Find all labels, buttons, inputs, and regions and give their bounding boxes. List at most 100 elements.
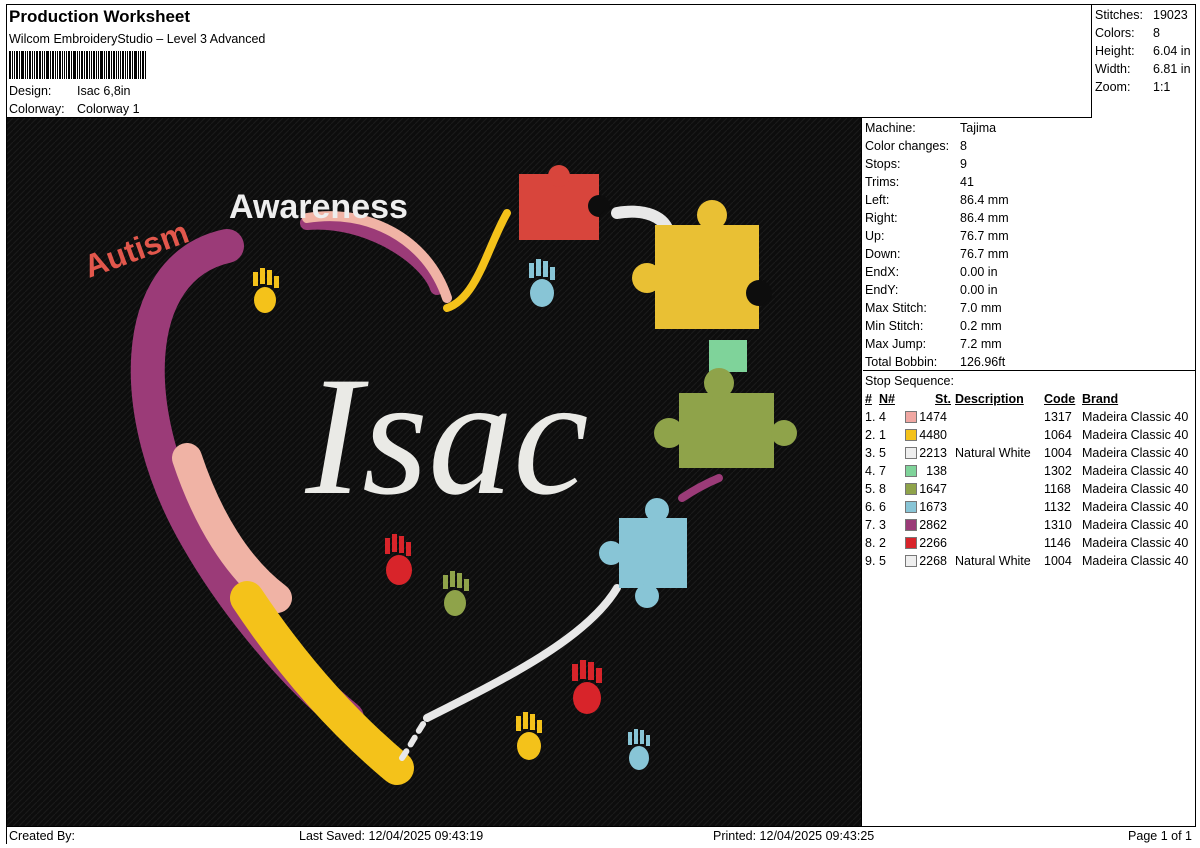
barcode xyxy=(9,51,181,79)
machine-value: Tajima xyxy=(960,121,997,135)
needle-number: 6 xyxy=(879,500,886,514)
needle-number: 4 xyxy=(879,410,886,424)
stitch-count: 2266 xyxy=(905,534,955,552)
last-saved: Last Saved: 12/04/2025 09:43:19 xyxy=(299,829,484,843)
thread-code: 1310 xyxy=(1044,518,1072,532)
needle-number: 2 xyxy=(879,536,886,550)
summary-row: Stitches: 19023 xyxy=(1095,6,1196,24)
needle-number: 7 xyxy=(879,464,886,478)
summary-label: Stitches: xyxy=(1095,8,1143,22)
machine-label: Total Bobbin: xyxy=(865,355,938,369)
software-subtitle: Wilcom EmbroideryStudio – Level 3 Advanc… xyxy=(9,32,266,46)
machine-row: Down: 76.7 mm xyxy=(865,245,1196,263)
col-header-needle: N# xyxy=(879,392,895,406)
table-row: 9. 5 2268 Natural White 1004 Madeira Classic … xyxy=(865,552,1196,570)
thread-description: Natural White xyxy=(955,554,1031,568)
thread-description xyxy=(955,480,1044,498)
thread-brand: Madeira Classic 40 xyxy=(1082,428,1189,442)
stitch-count: 2213 xyxy=(905,444,955,462)
embroidery-artwork: Autism Awareness Isac xyxy=(7,118,861,826)
machine-label: EndY: xyxy=(865,283,899,297)
colorway-label: Colorway: xyxy=(9,102,65,116)
stitch-count: 138 xyxy=(905,462,955,480)
stitch-count-text: 2862 xyxy=(919,518,947,532)
machine-row: Left: 86.4 mm xyxy=(865,191,1196,209)
col-header-code: Code xyxy=(1044,392,1076,406)
machine-panel: Machine: Tajima Color changes: 8 Stops: 9 Trim… xyxy=(863,118,1196,371)
table-row: 2. 1 4480 1064 Madeira Classic 40 xyxy=(865,426,1196,444)
machine-row: Stops: 9 xyxy=(865,155,1196,173)
machine-row: Max Stitch: 7.0 mm xyxy=(865,299,1196,317)
machine-row: Total Bobbin: 126.96ft xyxy=(865,353,1196,371)
color-swatch xyxy=(905,465,917,477)
machine-label: Down: xyxy=(865,247,901,261)
stop-sequence-table: # N# St. Description Code Brand 1. 4 1474 1… xyxy=(865,390,1196,570)
stitch-count-text: 138 xyxy=(926,464,947,478)
machine-label: Max Jump: xyxy=(865,337,927,351)
needle-number: 8 xyxy=(879,482,886,496)
machine-value: 0.00 in xyxy=(960,265,998,279)
table-row: 8. 2 2266 1146 Madeira Classic 40 xyxy=(865,534,1196,552)
design-preview: Autism Awareness Isac xyxy=(7,118,862,826)
machine-row: EndY: 0.00 in xyxy=(865,281,1196,299)
thread-code: 1004 xyxy=(1044,446,1072,460)
machine-label: Color changes: xyxy=(865,139,950,153)
machine-value: 7.2 mm xyxy=(960,337,1002,351)
colorway-row: Colorway: Colorway 1 xyxy=(9,102,140,116)
summary-row: Height: 6.04 in xyxy=(1095,42,1196,60)
thread-brand: Madeira Classic 40 xyxy=(1082,554,1189,568)
thread-brand: Madeira Classic 40 xyxy=(1082,482,1189,496)
puzzle-piece-green xyxy=(709,340,747,372)
worksheet-frame: Production Worksheet Wilcom EmbroiderySt… xyxy=(6,4,1196,844)
machine-value: 9 xyxy=(960,157,967,171)
summary-row: Colors: 8 xyxy=(1095,24,1196,42)
stitch-count-text: 2268 xyxy=(919,554,947,568)
machine-label: Trims: xyxy=(865,175,900,189)
stitch-count-text: 4480 xyxy=(919,428,947,442)
stitch-count-text: 2266 xyxy=(919,536,947,550)
machine-value: 0.2 mm xyxy=(960,319,1002,333)
thread-brand: Madeira Classic 40 xyxy=(1082,410,1189,424)
machine-label: EndX: xyxy=(865,265,900,279)
needle-number: 1 xyxy=(879,428,886,442)
summary-label: Colors: xyxy=(1095,26,1135,40)
thread-code: 1317 xyxy=(1044,410,1072,424)
table-row: 5. 8 1647 1168 Madeira Classic 40 xyxy=(865,480,1196,498)
summary-label: Height: xyxy=(1095,44,1135,58)
machine-value: 86.4 mm xyxy=(960,193,1009,207)
stitch-count: 1474 xyxy=(905,408,955,426)
summary-row: Zoom: 1:1 xyxy=(1095,78,1196,96)
thread-brand: Madeira Classic 40 xyxy=(1082,500,1189,514)
stop-sequence-panel: Stop Sequence: # N# St. Description Code… xyxy=(863,371,1196,826)
table-header-row: # N# St. Description Code Brand xyxy=(865,390,1196,408)
design-row: Design: Isac 6,8in xyxy=(9,84,131,98)
page-number: Page 1 of 1 xyxy=(1128,829,1192,843)
stitch-count: 2268 xyxy=(905,552,955,570)
row-index: 7. xyxy=(865,518,876,532)
col-header-stitches: St. xyxy=(935,392,951,406)
stitch-count-text: 1474 xyxy=(919,410,947,424)
thread-code: 1004 xyxy=(1044,554,1072,568)
thread-description xyxy=(955,534,1044,552)
table-row: 6. 6 1673 1132 Madeira Classic 40 xyxy=(865,498,1196,516)
headline-awareness: Awareness xyxy=(229,188,408,226)
machine-label: Max Stitch: xyxy=(865,301,927,315)
thread-brand: Madeira Classic 40 xyxy=(1082,536,1189,550)
row-index: 2. xyxy=(865,428,876,442)
stitch-count-text: 2213 xyxy=(919,446,947,460)
stitch-count: 2862 xyxy=(905,516,955,534)
needle-number: 5 xyxy=(879,554,886,568)
table-row: 4. 7 138 1302 Madeira Classic 40 xyxy=(865,462,1196,480)
machine-value: 76.7 mm xyxy=(960,247,1009,261)
machine-value: 41 xyxy=(960,175,974,189)
summary-label: Width: xyxy=(1095,62,1131,76)
thread-code: 1168 xyxy=(1044,482,1071,496)
machine-row: Max Jump: 7.2 mm xyxy=(865,335,1196,353)
thread-code: 1064 xyxy=(1044,428,1072,442)
color-swatch xyxy=(905,537,917,549)
stitch-count: 1673 xyxy=(905,498,955,516)
stitch-count: 4480 xyxy=(905,426,955,444)
needle-number: 5 xyxy=(879,446,886,460)
col-header-brand: Brand xyxy=(1082,392,1119,406)
summary-label: Zoom: xyxy=(1095,80,1131,94)
